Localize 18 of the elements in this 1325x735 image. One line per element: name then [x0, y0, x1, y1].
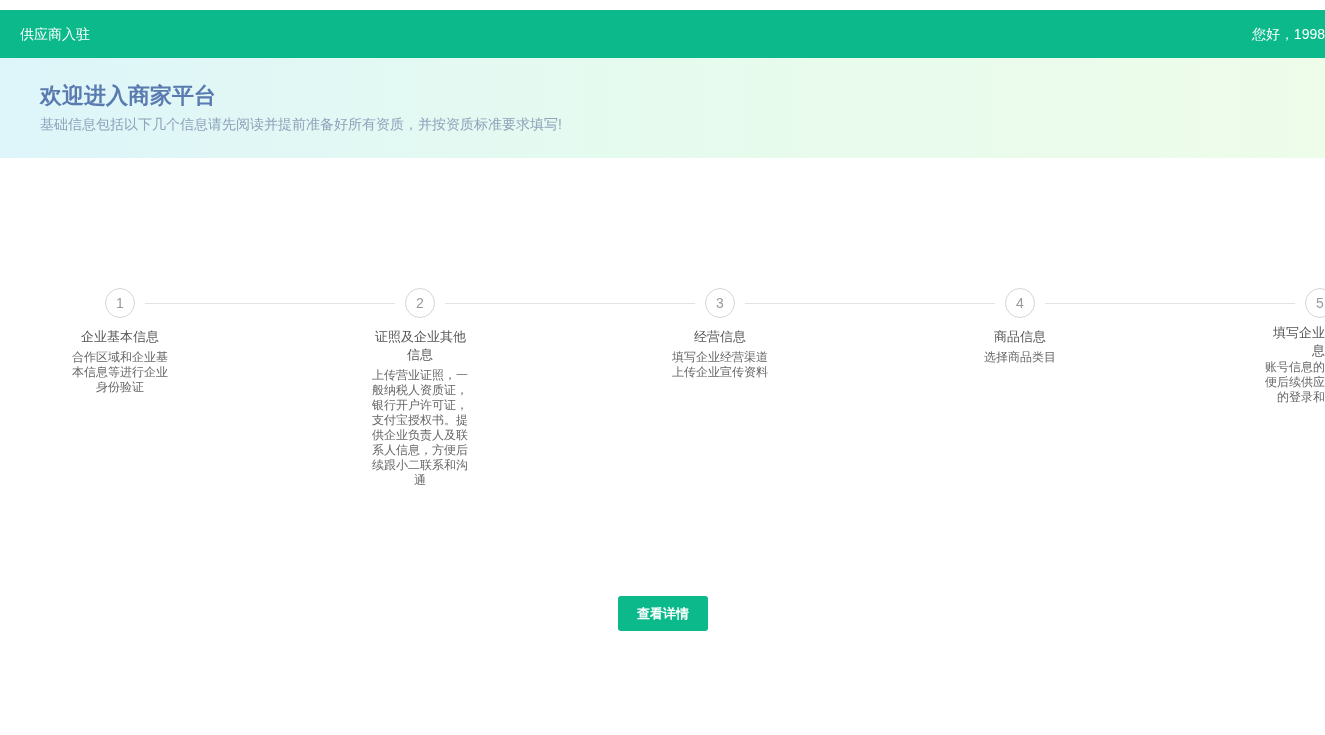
step-title: 证照及企业其他信息: [373, 328, 467, 364]
step-description: 账号信息的: [1265, 360, 1325, 375]
site-title: 供应商入驻: [20, 24, 90, 44]
step-description: 便后续供应: [1265, 375, 1325, 390]
step-title: 经营信息: [694, 328, 746, 346]
step-description: 填写企业经营渠道上传企业宣传资料: [671, 350, 769, 380]
step-description: 上传营业证照，一般纳税人资质证，银行开户许可证，支付宝授权书。提供企业负责人及联系人信息，方便后续跟小二联系和沟通: [371, 368, 469, 488]
step-title: 填写企业: [1273, 324, 1325, 342]
banner-title: 欢迎进入商家平台: [40, 85, 217, 107]
step-description: 选择商品类目: [984, 350, 1056, 365]
user-greeting: 您好，1998: [1251, 24, 1325, 44]
step-title: 商品信息: [994, 328, 1046, 346]
step-description: 的登录和: [1277, 390, 1325, 405]
step-title: 企业基本信息: [81, 328, 159, 346]
banner-subtitle: 基础信息包括以下几个信息请先阅读并提前准备好所有资质，并按资质标准要求填写!: [40, 117, 563, 131]
step-title: 息: [1312, 342, 1325, 360]
step-description: 合作区域和企业基本信息等进行企业身份验证: [71, 350, 169, 395]
view-details-button[interactable]: 查看详情: [617, 596, 708, 631]
